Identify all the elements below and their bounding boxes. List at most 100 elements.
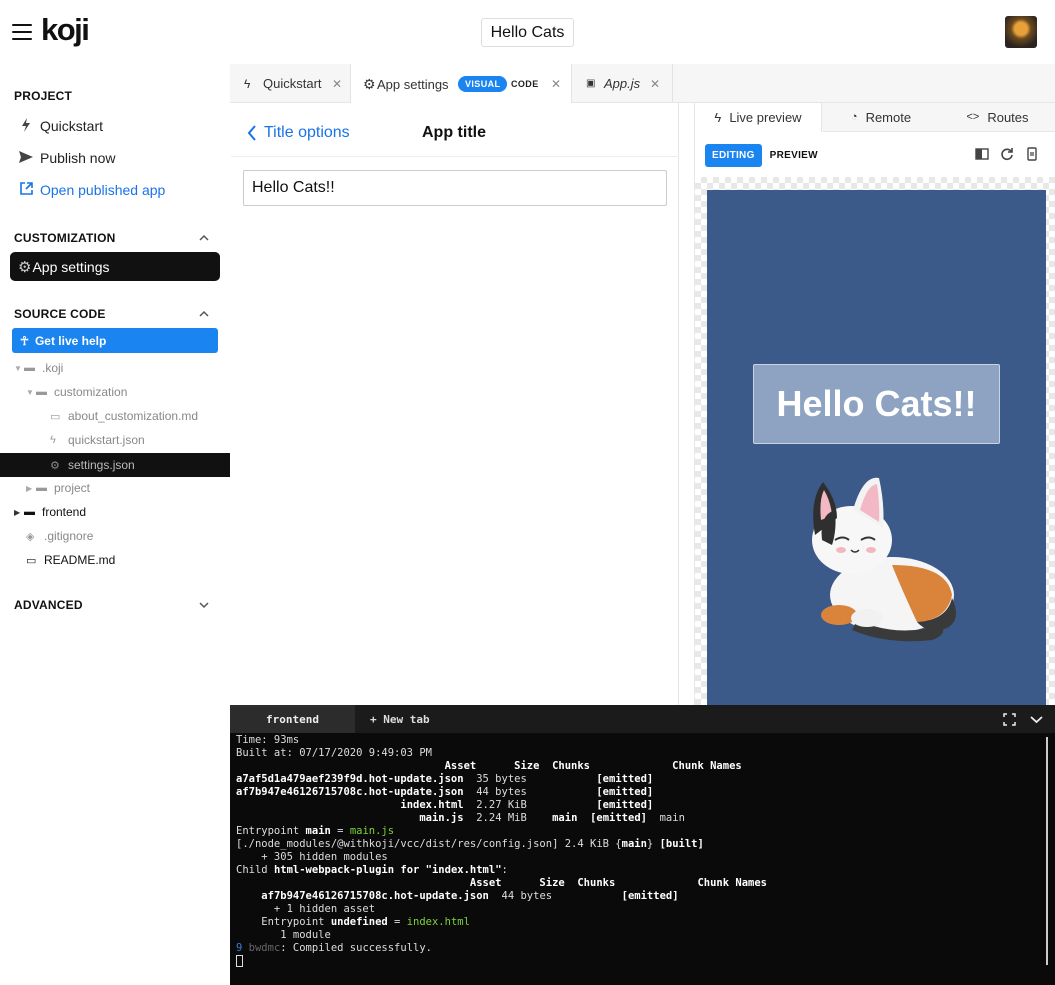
tree-file-quickstart[interactable]: ϟ quickstart.json [50,429,145,451]
tree-folder-koji[interactable]: ▼ ▬ .koji [14,357,63,379]
terminal-line: Time: 93ms [236,734,300,746]
text: Child [236,864,274,876]
visual-mode-toggle[interactable]: VISUAL [458,76,508,92]
page-title: App title [422,124,486,141]
text: main [621,838,647,850]
asset-status: [emitted] [590,812,647,824]
terminal-tab-frontend[interactable]: frontend [230,705,355,733]
tree-file-gitignore[interactable]: ◈ .gitignore [26,525,93,547]
asset-status: [emitted] [596,799,654,811]
asset-status: [emitted] [621,890,679,902]
close-icon[interactable]: ✕ [551,77,561,91]
terminal-line: Child html-webpack-plugin for "index.htm… [236,864,1046,877]
tab-label: Routes [987,109,1029,125]
asset-name: index.html [400,799,464,811]
chevron-down-icon[interactable] [1030,714,1043,725]
section-title-advanced: ADVANCED [14,598,83,612]
chevron-up-icon[interactable] [199,233,209,243]
sidebar-item-publish[interactable]: Publish now [18,148,116,168]
code-mode-toggle[interactable]: CODE [511,79,539,89]
sidebar: PROJECT Quickstart Publish now Open publ… [0,64,230,985]
asset-chunk: main [552,812,578,824]
terminal-output[interactable]: Time: 93ms Built at: 07/17/2020 9:49:03 … [236,734,1046,968]
asset-size: 44 bytes [488,890,553,902]
tree-label: quickstart.json [68,433,145,447]
chevron-left-icon [247,125,256,141]
terminal-line: Entrypoint undefined = index.html [236,916,1046,929]
app-title-display[interactable]: Hello Cats [481,18,574,47]
text: "index.html" [425,864,502,876]
tree-file-readme[interactable]: ▭ README.md [26,549,115,571]
terminal-line: 1 module [236,929,331,941]
caret-right-icon: ▶ [14,507,21,517]
status-text: : Compiled successfully. [280,942,432,954]
tree-label: project [54,481,91,495]
asset-status: [emitted] [596,773,654,785]
tab-appjs[interactable]: ▣ App.js ✕ [572,64,673,103]
prompt-host: bwdmc [248,942,281,954]
chevron-down-icon[interactable] [199,600,209,610]
tab-quickstart[interactable]: ϟ Quickstart ✕ [230,64,351,103]
editing-mode-button[interactable]: EDITING [705,144,762,167]
tab-remote[interactable]: ◔ Remote [823,103,939,132]
sidebar-item-open-published[interactable]: Open published app [18,180,165,200]
terminal-cursor [236,955,243,967]
preview-mode-button[interactable]: PREVIEW [762,144,826,167]
tree-file-about-customization[interactable]: ▭ about_customization.md [50,405,198,427]
caret-down-icon: ▼ [14,363,22,373]
close-icon[interactable]: ✕ [650,77,660,91]
back-button[interactable]: Title options [247,124,350,142]
menu-icon[interactable] [12,24,32,40]
fullscreen-icon[interactable] [1003,713,1016,726]
tree-label: frontend [42,505,87,519]
refresh-icon[interactable] [1000,147,1014,161]
caret-right-icon: ▶ [26,483,33,493]
bolt-icon: ϟ [50,434,56,446]
app-preview[interactable]: Hello Cats!! [707,190,1046,705]
tree-folder-customization[interactable]: ▼ ▬ customization [26,381,127,403]
tab-app-settings[interactable]: ⚙ App settings VISUAL CODE ✕ [351,64,572,104]
tree-folder-project[interactable]: ▶ ▬ project [26,477,90,499]
text: [built] [659,838,704,850]
tab-label: Live preview [729,110,802,125]
chevron-up-icon[interactable] [199,309,209,319]
sidebar-item-label: Open published app [40,182,166,198]
send-icon [18,150,34,166]
compare-icon[interactable] [975,147,989,161]
avatar[interactable] [1005,16,1037,48]
tab-routes[interactable]: <> Routes [939,103,1055,132]
terminal-line: + 305 hidden modules [236,851,388,863]
terminal-line: 9 bwdmc: Compiled successfully. [236,942,1046,955]
text: for [394,864,426,876]
tree-file-settings[interactable]: ⚙ settings.json [50,454,135,476]
terminal-line: Entrypoint main = main.js [236,825,1046,838]
close-icon[interactable]: ✕ [332,77,342,91]
tree-label: customization [54,385,128,399]
tree-folder-frontend[interactable]: ▶ ▬ frontend [14,501,86,523]
asset-size: 35 bytes [463,773,527,785]
tab-label: App.js [604,76,641,91]
text: Entrypoint [236,825,306,837]
text: [./node_modules/@withkoji/vcc/dist/res/c… [236,838,622,850]
koji-logo[interactable]: koji [41,12,90,48]
app-title-input[interactable] [243,170,667,206]
rss-icon: ◔ [850,111,858,123]
new-tab-button[interactable]: + New tab [370,705,430,733]
git-icon: ◈ [26,530,35,543]
terminal-scrollbar[interactable] [1046,737,1048,965]
text: main.js [349,825,395,837]
markdown-icon: ▭ [50,410,61,423]
terminal-prompt-line[interactable] [236,955,1046,968]
tree-label: about_customization.md [68,409,199,423]
tab-live-preview[interactable]: ϟ Live preview [695,103,822,132]
text: main [305,825,331,837]
sidebar-item-quickstart[interactable]: Quickstart [18,116,103,136]
device-frame-icon[interactable] [1025,147,1039,161]
asset-size: 44 bytes [463,786,527,798]
editor-tabs: ϟ Quickstart ✕ ⚙ App settings VISUAL COD… [230,64,1055,104]
sidebar-item-label: Publish now [40,150,116,166]
get-live-help-button[interactable]: ☥ Get live help [12,328,218,353]
sidebar-item-app-settings[interactable]: ⚙ App settings [10,252,220,281]
app-heading[interactable]: Hello Cats!! [753,364,1000,444]
divider [231,156,679,157]
